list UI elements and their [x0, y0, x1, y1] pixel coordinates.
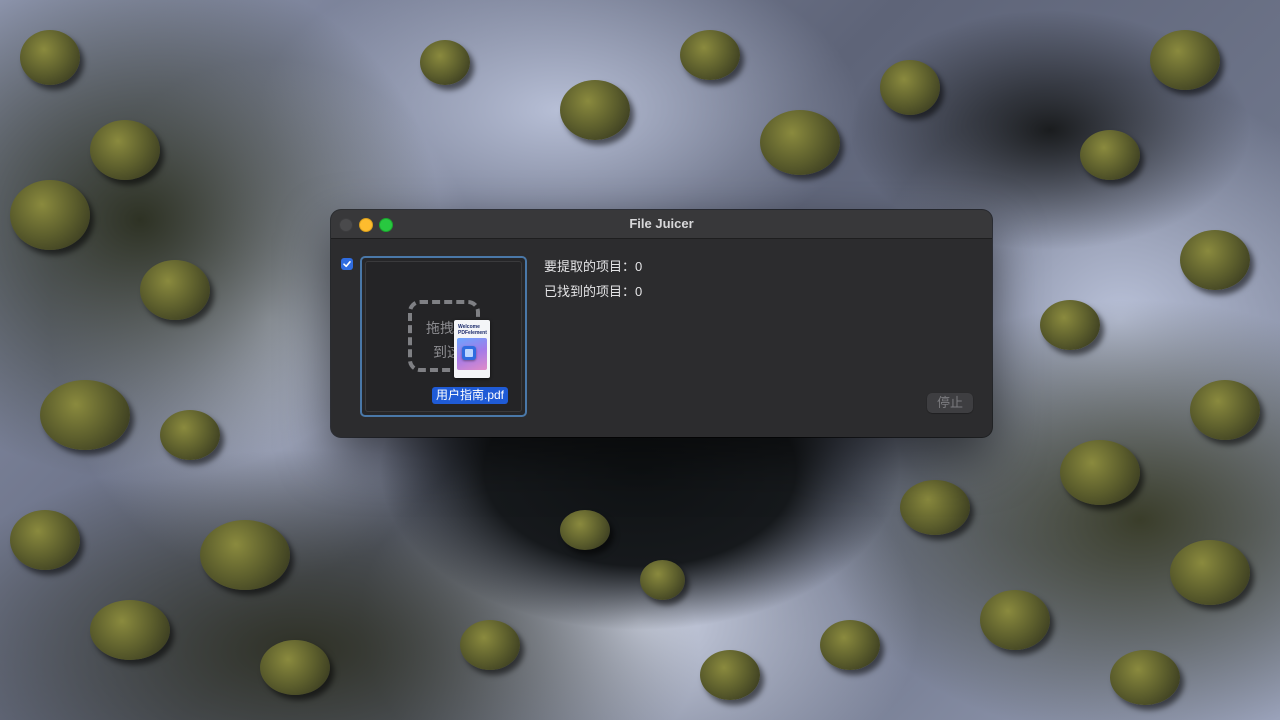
- wallpaper-tree: [1060, 440, 1140, 505]
- wallpaper-tree: [260, 640, 330, 695]
- checkmark-icon: [343, 261, 351, 268]
- items-to-extract-label: 要提取的项目：0: [544, 259, 643, 274]
- window-title: File Juicer: [629, 216, 694, 231]
- wallpaper-tree: [820, 620, 880, 670]
- wallpaper-tree: [640, 560, 685, 600]
- wallpaper-tree: [20, 30, 80, 85]
- wallpaper-tree: [1170, 540, 1250, 605]
- pdf-thumbnail-text: Welcome PDFelement: [458, 324, 487, 336]
- wallpaper-tree: [420, 40, 470, 85]
- wallpaper-tree: [90, 120, 160, 180]
- wallpaper-tree: [200, 520, 290, 590]
- wallpaper-tree: [40, 380, 130, 450]
- file-drop-area[interactable]: 拖拽文 到这 Welcome PDFelement 用户指南.pdf: [360, 256, 527, 417]
- wallpaper-tree: [1180, 230, 1250, 290]
- pdfelement-app-icon: [462, 346, 476, 360]
- wallpaper-tree: [980, 590, 1050, 650]
- wallpaper-tree: [700, 650, 760, 700]
- wallpaper-tree: [880, 60, 940, 115]
- wallpaper-tree: [560, 80, 630, 140]
- wallpaper-tree: [90, 600, 170, 660]
- items-found-label: 已找到的项目：0: [544, 284, 643, 299]
- wallpaper-tree: [10, 510, 80, 570]
- wallpaper-tree: [1150, 30, 1220, 90]
- wallpaper-tree: [560, 510, 610, 550]
- file-name-label[interactable]: 用户指南.pdf: [432, 387, 509, 404]
- stop-button[interactable]: 停止: [927, 393, 973, 413]
- wallpaper-tree: [10, 180, 90, 250]
- wallpaper-tree: [1040, 300, 1100, 350]
- title-bar[interactable]: File Juicer: [331, 210, 992, 239]
- extract-checkbox[interactable]: [341, 258, 353, 270]
- wallpaper-tree: [680, 30, 740, 80]
- wallpaper-tree: [460, 620, 520, 670]
- wallpaper-tree: [1080, 130, 1140, 180]
- file-juicer-window: File Juicer 拖拽文 到这 Welcome PDFelement 用户…: [331, 210, 992, 437]
- wallpaper-tree: [760, 110, 840, 175]
- wallpaper-tree: [1190, 380, 1260, 440]
- wallpaper-tree: [900, 480, 970, 535]
- pdf-file-icon[interactable]: Welcome PDFelement: [454, 320, 490, 378]
- wallpaper-tree: [1110, 650, 1180, 705]
- wallpaper-tree: [160, 410, 220, 460]
- wallpaper-tree: [140, 260, 210, 320]
